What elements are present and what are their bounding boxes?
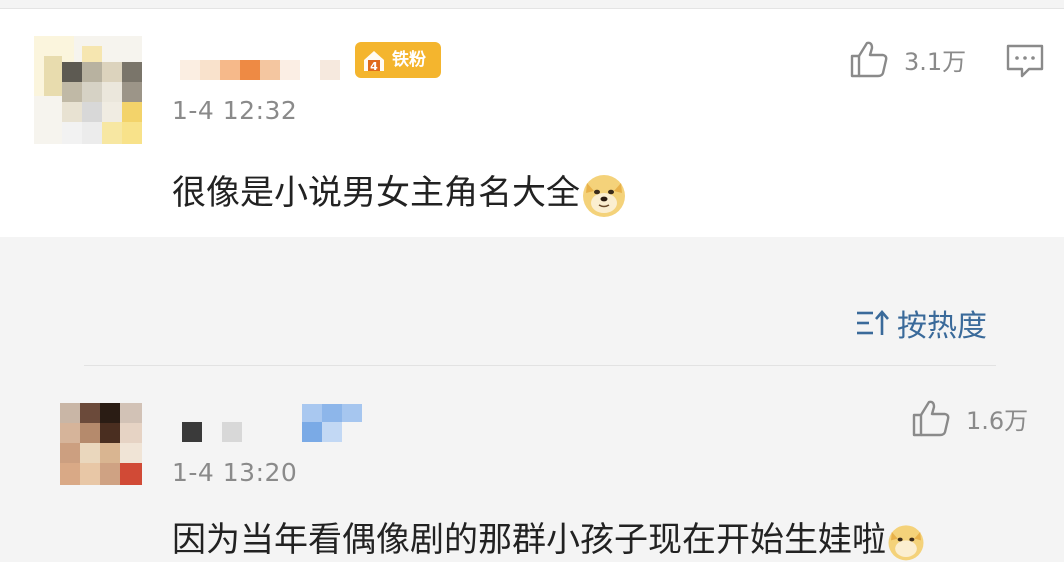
thumbs-up-icon (850, 41, 888, 78)
top-separator (0, 0, 1064, 9)
like-count: 3.1万 (904, 47, 967, 76)
comment-text: 很像是小说男女主角名大全 (172, 165, 628, 219)
fan-badge[interactable]: 4 铁粉 (355, 42, 441, 78)
divider (84, 365, 996, 366)
comment-timestamp: 1-4 12:32 (172, 96, 298, 125)
comment-icon (1006, 44, 1044, 78)
sort-icon (857, 310, 889, 335)
username-redacted[interactable] (180, 60, 345, 80)
like-button[interactable]: 3.1万 (848, 38, 966, 80)
doge-emoji (583, 174, 625, 217)
reply-avatar[interactable] (60, 403, 142, 485)
reply-username-redacted[interactable] (182, 404, 362, 444)
reply-like-count: 1.6万 (966, 406, 1029, 435)
badge-label: 铁粉 (392, 50, 426, 70)
reply-timestamp: 1-4 13:20 (172, 458, 298, 487)
doge-emoji (888, 524, 924, 560)
reply-text: 因为当年看偶像剧的那群小孩子现在开始生娃啦 (172, 512, 926, 562)
replies-section (0, 237, 1064, 539)
avatar[interactable] (34, 36, 142, 144)
reply-button[interactable] (1005, 42, 1045, 80)
comment-text-body: 很像是小说男女主角名大全 (172, 173, 580, 213)
fan-level-number: 4 (370, 60, 378, 73)
sort-label: 按热度 (897, 309, 987, 344)
fan-level-icon: 4 (364, 51, 384, 73)
reply-like-button[interactable]: 1.6万 (910, 397, 1028, 439)
reply-text-body: 因为当年看偶像剧的那群小孩子现在开始生娃啦 (172, 520, 886, 560)
sort-by-hot-button[interactable]: 按热度 (855, 300, 987, 346)
thumbs-up-icon (912, 400, 950, 437)
